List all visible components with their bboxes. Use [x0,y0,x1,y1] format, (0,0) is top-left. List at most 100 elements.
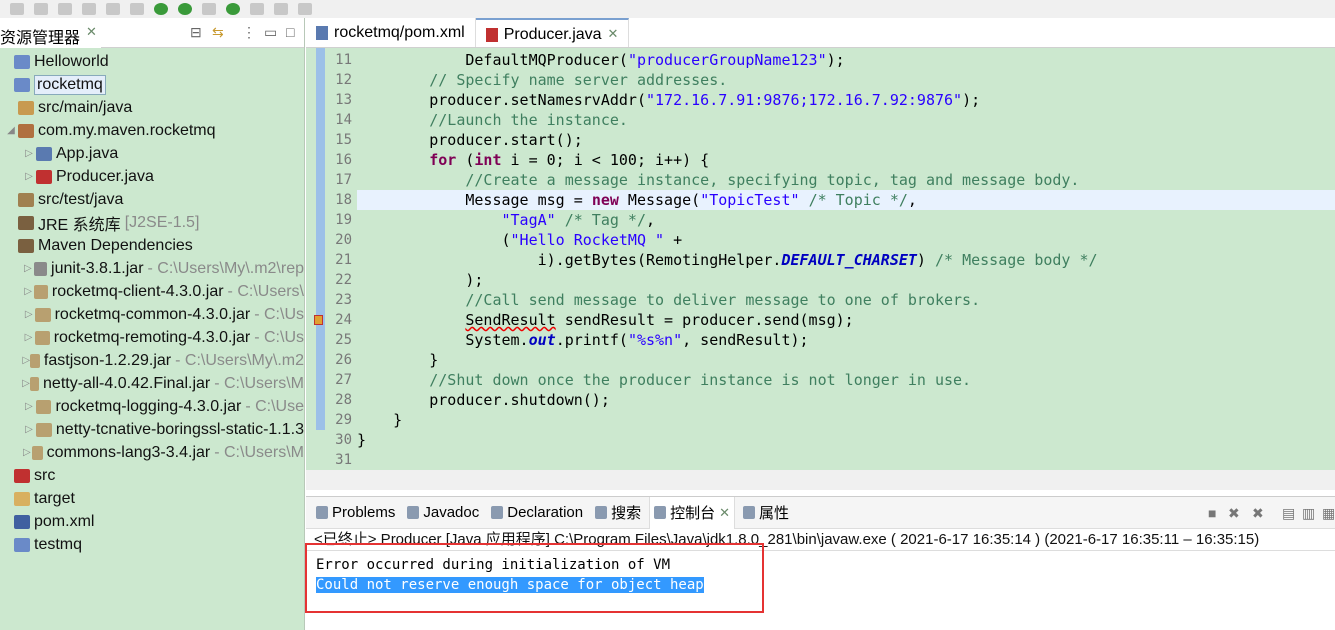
tree-item[interactable]: pom.xml [0,510,304,533]
expand-toggle-icon[interactable]: ▷ [22,424,36,435]
panel-tab[interactable]: 搜索 [591,502,645,523]
tree-item[interactable]: Maven Dependencies [0,234,304,257]
tree-item[interactable]: ▷ App.java [0,142,304,165]
panel-tab[interactable]: Declaration [487,504,587,521]
code-token: System. [357,331,529,349]
source-folder-icon [18,192,34,207]
tree-item[interactable]: src [0,464,304,487]
tree-item[interactable]: ▷ netty-tcnative-boringssl-static-1.1.3 [0,418,304,441]
tree-item[interactable]: ▷ Producer.java [0,165,304,188]
expand-toggle-icon[interactable]: ▷ [22,447,32,458]
word-wrap-icon[interactable]: ▦ [1322,505,1335,522]
expand-toggle-icon[interactable]: ▷ [22,378,30,389]
tree-item-label: target [34,489,75,507]
line-number: 16 [335,152,352,168]
tree-item[interactable]: ▷ rocketmq-remoting-4.3.0.jar - C:\Us [0,326,304,349]
tree-item[interactable]: ▷ rocketmq-common-4.3.0.jar - C:\Us [0,303,304,326]
code-token: /* Tag */ [564,211,646,229]
tree-item[interactable]: Helloworld [0,50,304,73]
panel-tab[interactable]: 属性 [739,502,793,523]
save-all-icon[interactable] [34,3,48,15]
code-token: /* Message body */ [934,251,1098,269]
debug-icon[interactable] [130,3,144,15]
clear-console-icon[interactable]: ▤ [1282,505,1295,522]
code-area[interactable]: 11 12 13 14 15 16 17 18 19 20 21 22 23 24 25 26 27 28 29 30… [306,48,1335,470]
close-icon[interactable]: ✕ [719,505,730,521]
expand-toggle-icon[interactable]: ▷ [22,171,36,182]
tree-item[interactable]: ◢ com.my.maven.rocketmq [0,119,304,142]
new-package-icon[interactable] [202,3,216,15]
run-icon[interactable] [154,3,168,15]
error-marker-icon[interactable] [314,315,323,325]
tree-item[interactable]: ▷ rocketmq-logging-4.3.0.jar - C:\Use [0,395,304,418]
forward-icon[interactable] [298,3,312,15]
tree-item-path: - C:\Users\M [214,443,304,461]
folder-icon [14,491,30,506]
code-token: Message msg = [357,191,592,209]
link-editor-icon[interactable]: ⇆ [212,24,224,41]
refresh-icon[interactable] [226,3,240,15]
tree-item[interactable]: ▷ commons-lang3-3.4.jar - C:\Users\M [0,441,304,464]
code-line: producer.start(); [357,130,1335,150]
save-icon[interactable] [10,3,24,15]
edit-icon[interactable] [82,3,96,15]
tree-item-label: JRE 系统库 [38,216,121,234]
copy-icon[interactable] [106,3,120,15]
remove-launch-icon[interactable]: ✖ [1228,505,1240,522]
horizontal-scrollbar[interactable] [306,470,1335,490]
tree-item[interactable]: ▷ netty-all-4.0.42.Final.jar - C:\Users\M [0,372,304,395]
close-icon[interactable]: ✕ [608,26,619,47]
tree-item[interactable]: ▷ rocketmq-client-4.3.0.jar - C:\Users\ [0,280,304,303]
tree-item[interactable]: src/main/java [0,96,304,119]
tree-item[interactable]: target [0,487,304,510]
expand-toggle-icon[interactable]: ▷ [22,309,35,320]
maximize-icon[interactable]: □ [286,24,294,40]
code-token: sendResult = producer.send(msg); [555,311,854,329]
line-number-gutter: 11 12 13 14 15 16 17 18 19 20 21 22 23 24 25 26 27 28 29 30… [312,48,356,470]
tree-item-label: netty-all-4.0.42.Final.jar [43,374,211,392]
folder-error-icon [14,468,30,483]
line-number: 15 [335,132,352,148]
search-icon[interactable] [58,3,72,15]
tree-item[interactable]: testmq [0,533,304,556]
view-menu-icon[interactable]: ⋮ [242,24,256,41]
terminate-icon[interactable]: ■ [1208,505,1216,521]
panel-tab[interactable]: Javadoc [403,504,483,521]
expand-toggle-icon[interactable]: ▷ [22,286,34,297]
panel-tab[interactable]: 控制台 ✕ [649,496,736,529]
tree-item-label: rocketmq [34,74,106,95]
code-token: DEFAULT_CHARSET [781,251,917,269]
tree-item[interactable]: ▷ fastjson-1.2.29.jar - C:\Users\My\.m2 [0,349,304,372]
close-icon[interactable]: ✕ [86,24,97,48]
scroll-lock-icon[interactable]: ▥ [1302,505,1315,522]
tree-item[interactable]: src/test/java [0,188,304,211]
editor-tab[interactable]: Producer.java ✕ [475,18,630,47]
expand-toggle-icon[interactable]: ▷ [22,332,35,343]
tree-item[interactable]: ▷ junit-3.8.1.jar - C:\Users\My\.m2\rep [0,257,304,280]
expand-toggle-icon[interactable]: ▷ [22,263,34,274]
panel-tab[interactable]: Problems [312,504,399,521]
run-config-icon[interactable] [178,3,192,15]
tree-item-label: testmq [34,535,83,553]
tree-item[interactable]: JRE 系统库 [J2SE-1.5] [0,211,304,234]
code-line: } [357,350,1335,370]
expand-toggle-icon[interactable]: ◢ [4,125,18,136]
back-icon[interactable] [274,3,288,15]
collapse-all-icon[interactable]: ⊟ [190,24,202,41]
console-icon [654,506,667,519]
editor-tab[interactable]: rocketmq/pom.xml [306,18,476,47]
java-file-icon [485,28,498,42]
expand-toggle-icon[interactable]: ▷ [22,355,30,366]
tab-explorer[interactable]: 资源管理器 ✕ [0,18,101,48]
source-folder-error-icon [18,100,34,115]
tree-item[interactable]: rocketmq [0,73,304,96]
line-number: 20 [335,232,352,248]
code-token: new [591,191,619,209]
remove-all-icon[interactable]: ✖ [1252,505,1264,522]
minimize-icon[interactable]: ▭ [264,24,277,41]
open-folder-icon[interactable] [250,3,264,15]
expand-toggle-icon[interactable]: ▷ [22,148,36,159]
expand-toggle-icon[interactable]: ▷ [22,401,36,412]
